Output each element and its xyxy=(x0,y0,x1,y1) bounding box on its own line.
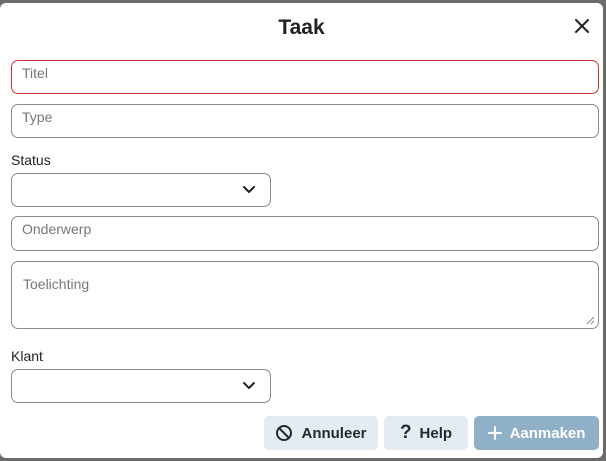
klant-select[interactable] xyxy=(11,369,271,403)
toelichting-textarea[interactable]: Toelichting xyxy=(11,261,599,329)
task-dialog: Taak Titel Type Status Onderwerp Toelich… xyxy=(0,3,603,458)
close-icon xyxy=(575,19,589,33)
help-label: Help xyxy=(419,424,453,442)
titel-placeholder: Titel xyxy=(22,65,48,81)
plus-icon xyxy=(487,426,502,440)
help-button[interactable]: ? Help xyxy=(384,416,468,450)
cancel-label: Annuleer xyxy=(301,424,367,442)
klant-label: Klant xyxy=(11,348,43,364)
create-button[interactable]: Aanmaken xyxy=(474,416,599,450)
toelichting-placeholder: Toelichting xyxy=(23,276,90,292)
titel-input[interactable]: Titel xyxy=(11,60,599,94)
question-icon: ? xyxy=(399,422,412,443)
dialog-title: Taak xyxy=(278,16,325,39)
type-placeholder: Type xyxy=(22,109,53,125)
resize-handle-icon[interactable] xyxy=(586,316,595,325)
status-label: Status xyxy=(11,152,51,168)
onderwerp-input[interactable]: Onderwerp xyxy=(11,216,599,251)
close-button[interactable] xyxy=(571,15,593,37)
status-select[interactable] xyxy=(11,173,271,207)
chevron-down-icon xyxy=(243,186,255,193)
ban-icon xyxy=(275,424,293,442)
onderwerp-placeholder: Onderwerp xyxy=(22,221,92,237)
create-label: Aanmaken xyxy=(509,424,586,442)
chevron-down-icon xyxy=(243,382,255,389)
type-input[interactable]: Type xyxy=(11,104,599,138)
cancel-button[interactable]: Annuleer xyxy=(264,416,378,450)
